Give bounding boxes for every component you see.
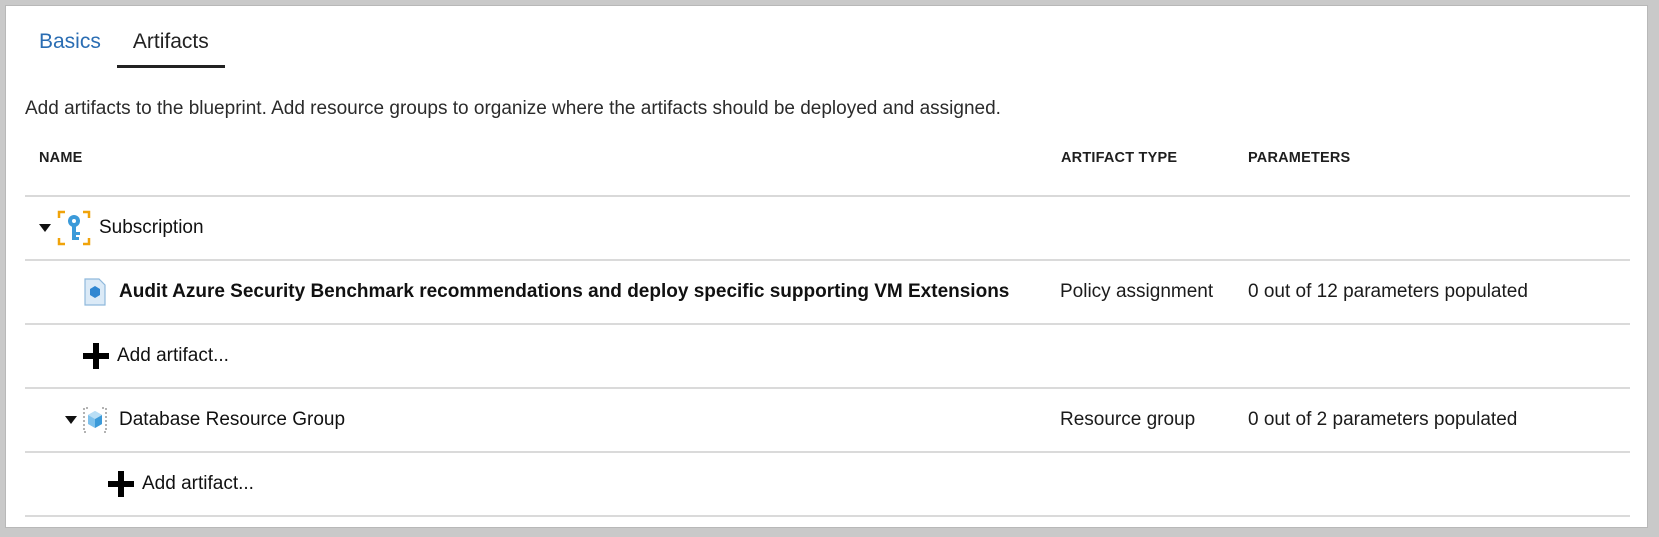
resource-group-name: Database Resource Group — [119, 409, 346, 430]
subscription-name: Subscription — [99, 217, 204, 238]
column-header-parameters: PARAMETERS — [1248, 150, 1351, 166]
key-icon — [55, 208, 93, 248]
policy-parameters: 0 out of 12 parameters populated — [1248, 281, 1528, 302]
collapse-caret-icon[interactable] — [39, 224, 51, 232]
tab-basics[interactable]: Basics — [31, 24, 117, 68]
resource-group-artifact-type: Resource group — [1060, 409, 1196, 430]
intro-text: Add artifacts to the blueprint. Add reso… — [25, 98, 1001, 119]
plus-icon — [83, 343, 109, 369]
table-header: NAME ARTIFACT TYPE PARAMETERS — [25, 136, 1630, 197]
table-row-policy-assignment[interactable]: Audit Azure Security Benchmark recommend… — [25, 261, 1630, 325]
table-row-database-resource-group[interactable]: Database Resource Group Resource group 0… — [25, 389, 1630, 453]
table-row-add-artifact-subscription[interactable]: Add artifact... — [25, 325, 1630, 389]
table-row-subscription[interactable]: Subscription — [25, 197, 1630, 261]
blueprint-artifacts-panel: Basics Artifacts Add artifacts to the bl… — [5, 5, 1648, 528]
policy-artifact-type: Policy assignment — [1060, 281, 1214, 302]
add-artifact-link[interactable]: Add artifact... — [117, 345, 229, 367]
artifacts-table: NAME ARTIFACT TYPE PARAMETERS Subscripti… — [25, 136, 1630, 517]
policy-icon — [83, 278, 107, 306]
tab-artifacts[interactable]: Artifacts — [116, 24, 225, 68]
tab-bar: Basics Artifacts — [31, 24, 225, 70]
column-header-name: NAME — [39, 150, 83, 166]
collapse-caret-icon[interactable] — [65, 416, 77, 424]
plus-icon — [108, 471, 134, 497]
column-header-artifact-type: ARTIFACT TYPE — [1061, 150, 1178, 166]
resource-group-parameters: 0 out of 2 parameters populated — [1248, 409, 1518, 430]
resource-group-icon — [81, 405, 109, 435]
policy-name: Audit Azure Security Benchmark recommend… — [119, 281, 1010, 302]
add-artifact-link[interactable]: Add artifact... — [142, 473, 254, 495]
table-row-add-artifact-resource-group[interactable]: Add artifact... — [25, 453, 1630, 517]
